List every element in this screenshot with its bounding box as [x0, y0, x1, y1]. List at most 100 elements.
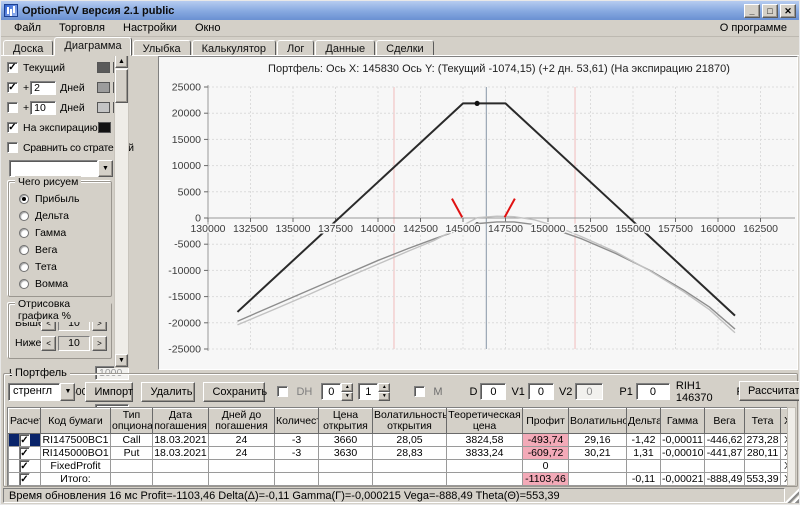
minimize-button[interactable]: _ — [744, 3, 760, 18]
maximize-button[interactable]: □ — [762, 3, 778, 18]
chart-svg[interactable]: 130000 132500 135000 137500 140000 142500 1450… — [159, 57, 797, 369]
current-checkbox[interactable] — [7, 62, 18, 73]
spin-up-icon[interactable]: ▲ — [378, 383, 391, 392]
d-input[interactable] — [480, 383, 507, 400]
column-header-14[interactable]: Тета — [744, 408, 781, 434]
column-header-6[interactable]: Цена открытия — [318, 408, 373, 434]
dh-spinner-2[interactable]: ▲▼ — [358, 383, 391, 401]
chart-panel[interactable]: 130000 132500 135000 137500 140000 142500 1450… — [158, 56, 798, 370]
p1-input[interactable] — [635, 383, 670, 400]
table-scrollbar[interactable] — [787, 407, 796, 486]
column-header-1[interactable]: Код бумаги — [40, 408, 111, 434]
column-header-3[interactable]: Дата погашения — [152, 408, 209, 434]
dh-checkbox[interactable] — [277, 386, 289, 397]
m-checkbox[interactable] — [414, 386, 426, 397]
expiry-checkbox[interactable] — [7, 122, 18, 133]
column-header-9[interactable]: Профит — [522, 408, 569, 434]
column-header-13[interactable]: Вега — [704, 408, 745, 434]
radio-icon[interactable] — [19, 227, 29, 238]
radio-option-Вомма[interactable]: Вомма — [19, 275, 107, 292]
close-button[interactable]: ✕ — [780, 3, 796, 18]
dh-spinner-1[interactable]: ▲▼ — [321, 383, 354, 401]
plus2-line-color-swatch[interactable] — [97, 82, 110, 93]
dh-spinner-1-input[interactable] — [321, 383, 342, 400]
radio-icon[interactable] — [19, 278, 29, 289]
row-calc-cell[interactable] — [8, 472, 41, 486]
tab-Калькулятор[interactable]: Калькулятор — [191, 40, 277, 56]
title-bar[interactable]: OptionFVV версия 2.1 public _ □ ✕ — [1, 1, 799, 20]
menu-settings[interactable]: Настройки — [114, 21, 186, 35]
range-below-row: Ниже < 10 > — [15, 334, 107, 352]
column-header-10[interactable]: Волатильность — [568, 408, 627, 434]
below-decrease-button[interactable]: < — [41, 335, 57, 351]
row-checkbox[interactable] — [19, 460, 30, 472]
column-header-raschet[interactable]: Расчет — [8, 408, 41, 434]
radio-option-Вега[interactable]: Вега — [19, 241, 107, 258]
tab-Данные[interactable]: Данные — [315, 40, 376, 56]
chevron-down-icon[interactable]: ▼ — [60, 382, 76, 401]
row-checkbox[interactable] — [19, 473, 30, 485]
plus2-days-input[interactable] — [30, 80, 57, 95]
chevron-down-icon[interactable]: ▼ — [98, 160, 113, 177]
radio-option-Дельта[interactable]: Дельта — [19, 207, 107, 224]
dh-spinner-2-input[interactable] — [358, 383, 379, 400]
tab-Улыбка[interactable]: Улыбка — [132, 40, 191, 56]
strategy-compare-combo[interactable]: ▼ — [9, 160, 113, 177]
radio-option-Тета[interactable]: Тета — [19, 258, 107, 275]
row-checkbox[interactable] — [19, 434, 30, 446]
scroll-down-icon[interactable]: ▼ — [115, 354, 128, 367]
radio-icon[interactable] — [19, 193, 29, 204]
row-calc-cell[interactable] — [8, 446, 41, 460]
v1-input[interactable] — [527, 383, 554, 400]
row-calc-cell[interactable] — [8, 433, 41, 447]
column-header-7[interactable]: Волатильность открытия — [372, 408, 447, 434]
scroll-up-icon[interactable]: ▲ — [115, 55, 128, 68]
import-button[interactable]: Импорт — [85, 381, 134, 402]
column-header-4[interactable]: Дней до погашения — [208, 408, 275, 434]
row-calc-cell[interactable] — [8, 459, 41, 473]
spin-down-icon[interactable]: ▼ — [341, 392, 354, 401]
column-header-12[interactable]: Гамма — [660, 408, 705, 434]
column-header-2[interactable]: Тип опциона — [110, 408, 153, 434]
calculate-button[interactable]: Рассчитать — [739, 381, 799, 401]
below-increase-button[interactable]: > — [91, 335, 107, 351]
draw-options: Прибыль Дельта Гамма Вега Тета Вомма — [15, 190, 107, 292]
tab-Лог[interactable]: Лог — [277, 40, 315, 56]
strategy-combo[interactable]: стренгл ▼ — [8, 382, 76, 401]
plus2-checkbox[interactable] — [7, 82, 18, 93]
radio-icon[interactable] — [19, 261, 29, 272]
resize-grip-icon[interactable] — [785, 488, 799, 503]
tab-Диаграмма[interactable]: Диаграмма — [54, 37, 132, 56]
radio-icon[interactable] — [19, 210, 29, 221]
column-header-11[interactable]: Дельта — [626, 408, 661, 434]
plus10-days-input[interactable] — [30, 100, 57, 115]
radio-option-Гамма[interactable]: Гамма — [19, 224, 107, 241]
delete-button[interactable]: Удалить — [141, 381, 196, 402]
plus10-line-color-swatch[interactable] — [97, 102, 110, 113]
column-header-8[interactable]: Теоретическая цена — [446, 408, 523, 434]
tab-Доска[interactable]: Доска — [3, 40, 54, 56]
radio-icon[interactable] — [19, 244, 29, 255]
svg-text:-25000: -25000 — [168, 344, 201, 356]
v2-input[interactable] — [575, 383, 604, 400]
v1-label: V1 — [511, 385, 525, 398]
tab-Сделки[interactable]: Сделки — [376, 40, 434, 56]
cell: 3630 — [318, 446, 373, 460]
compare-strategy-checkbox[interactable] — [7, 142, 18, 153]
save-button[interactable]: Сохранить — [203, 381, 267, 402]
current-line-color-swatch[interactable] — [97, 62, 110, 73]
plus2-label: Дней — [60, 81, 85, 94]
plus10-checkbox[interactable] — [7, 102, 18, 113]
spin-up-icon[interactable]: ▲ — [341, 383, 354, 392]
menu-about[interactable]: О программе — [712, 21, 795, 35]
menu-trading[interactable]: Торговля — [50, 21, 114, 35]
sidebar-scrollbar[interactable]: ▲ ▼ — [114, 54, 129, 368]
radio-option-Прибыль[interactable]: Прибыль — [19, 190, 107, 207]
expiry-line-color-swatch[interactable] — [97, 122, 111, 133]
column-header-5[interactable]: Количество — [274, 408, 319, 434]
scrollbar-thumb[interactable] — [115, 69, 128, 103]
menu-window[interactable]: Окно — [186, 21, 230, 35]
row-checkbox[interactable] — [19, 447, 30, 459]
menu-file[interactable]: Файл — [5, 21, 50, 35]
spin-down-icon[interactable]: ▼ — [378, 392, 391, 401]
